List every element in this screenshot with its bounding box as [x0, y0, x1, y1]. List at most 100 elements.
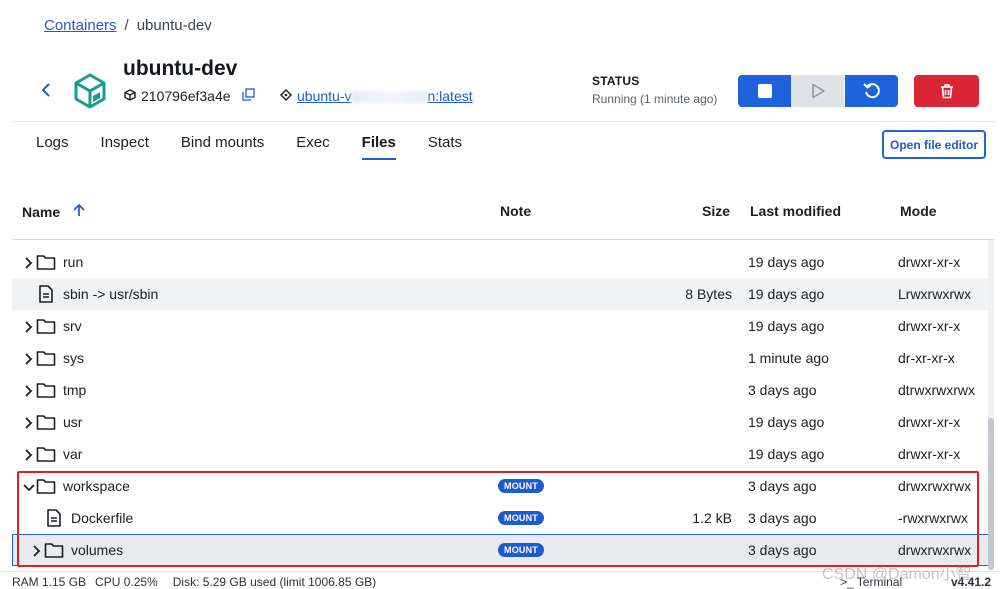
column-name-header[interactable]: Name — [22, 203, 86, 220]
tab-stats[interactable]: Stats — [412, 128, 478, 160]
column-name-label: Name — [22, 203, 61, 220]
status-bar: RAM 1.15 GB CPU 0.25% Disk: 5.29 GB used… — [0, 571, 1000, 589]
chevron-right-icon[interactable] — [23, 320, 33, 333]
folder-icon — [36, 349, 56, 367]
folder-icon — [36, 253, 56, 271]
image-name-blur — [351, 91, 428, 104]
status-block: STATUS Running (1 minute ago) — [592, 74, 717, 106]
chevron-right-icon[interactable] — [23, 352, 33, 365]
vertical-scrollbar[interactable] — [988, 240, 994, 570]
last-modified: 19 days ago — [748, 286, 825, 302]
container-actions — [738, 75, 898, 107]
folder-icon — [36, 317, 56, 335]
column-note-header[interactable]: Note — [500, 203, 531, 219]
table-row[interactable]: usr 19 days ago drwxr-xr-x — [12, 406, 990, 438]
file-mode: drwxrwxrwx — [898, 478, 972, 494]
file-list: run 19 days ago drwxr-xr-x sbin -> usr/sbin… — [12, 246, 990, 566]
file-mode: dr-xr-xr-x — [898, 350, 955, 366]
delete-button[interactable] — [914, 75, 979, 107]
resource-stats: RAM 1.15 GB CPU 0.25% Disk: 5.29 GB used… — [12, 575, 376, 589]
restart-icon — [862, 83, 880, 99]
file-name: sbin -> usr/sbin — [63, 286, 159, 302]
header-divider — [12, 121, 995, 122]
table-row[interactable]: var 19 days ago drwxr-xr-x — [12, 438, 990, 470]
column-mode-header[interactable]: Mode — [900, 203, 937, 219]
cpu-usage: CPU 0.25% — [95, 575, 158, 589]
terminal-button[interactable]: >_ Terminal — [840, 575, 902, 589]
container-id: 210796ef3a4e — [124, 88, 255, 104]
chevron-right-icon[interactable] — [23, 256, 33, 269]
tab-bar: Logs Inspect Bind mounts Exec Files Stat… — [20, 128, 478, 160]
container-id-value: 210796ef3a4e — [141, 88, 231, 104]
table-row[interactable]: workspace MOUNT 3 days ago drwxrwxrwx — [12, 470, 990, 502]
stop-icon — [757, 84, 772, 98]
tab-exec[interactable]: Exec — [280, 128, 345, 160]
last-modified: 3 days ago — [748, 382, 817, 398]
stop-button[interactable] — [738, 75, 791, 107]
tab-inspect[interactable]: Inspect — [85, 128, 165, 160]
file-mode: drwxr-xr-x — [898, 414, 961, 430]
column-size-header[interactable]: Size — [702, 203, 730, 219]
folder-icon — [36, 445, 56, 463]
last-modified: 19 days ago — [748, 254, 825, 270]
trash-icon — [940, 84, 953, 99]
breadcrumb-containers-link[interactable]: Containers — [44, 17, 117, 34]
file-mode: drwxr-xr-x — [898, 318, 961, 334]
restart-button[interactable] — [845, 75, 898, 107]
tab-bind-mounts[interactable]: Bind mounts — [165, 128, 280, 160]
chevron-right-icon[interactable] — [31, 544, 41, 557]
file-size: 8 Bytes — [685, 286, 732, 302]
file-name: var — [63, 446, 83, 462]
table-row[interactable]: sbin -> usr/sbin 8 Bytes 19 days ago Lrwxrw… — [12, 278, 990, 310]
file-name: tmp — [63, 382, 87, 398]
chevron-down-icon[interactable] — [23, 480, 35, 492]
start-button[interactable] — [791, 75, 844, 107]
disk-usage: Disk: 5.29 GB used (limit 1006.85 GB) — [172, 575, 377, 589]
chevron-right-icon[interactable] — [23, 448, 33, 461]
file-name: Dockerfile — [71, 510, 134, 526]
chevron-right-icon[interactable] — [23, 416, 33, 429]
breadcrumb-separator: / — [124, 17, 129, 34]
open-file-editor-button[interactable]: Open file editor — [882, 130, 986, 159]
tab-logs[interactable]: Logs — [20, 128, 85, 160]
column-modified-header[interactable]: Last modified — [750, 203, 841, 219]
file-mode: drwxrwxrwx — [898, 542, 972, 558]
container-cube-icon — [72, 72, 108, 110]
table-row[interactable]: srv 19 days ago drwxr-xr-x — [12, 310, 990, 342]
table-row[interactable]: run 19 days ago drwxr-xr-x — [12, 246, 990, 278]
table-row[interactable]: tmp 3 days ago dtrwxrwxrwx — [12, 374, 990, 406]
table-row[interactable]: Dockerfile MOUNT 1.2 kB 3 days ago -rwxrwxrw… — [12, 502, 990, 534]
back-chevron-icon[interactable] — [38, 80, 54, 100]
table-row[interactable]: sys 1 minute ago dr-xr-xr-x — [12, 342, 990, 374]
last-modified: 1 minute ago — [748, 350, 829, 366]
container-name-title: ubuntu-dev — [123, 57, 238, 80]
image-layers-icon — [280, 88, 292, 104]
image-link-prefix: ubuntu-v — [297, 88, 352, 104]
breadcrumb-current: ubuntu-dev — [136, 17, 212, 34]
last-modified: 19 days ago — [748, 318, 825, 334]
file-icon — [36, 285, 56, 303]
chevron-right-icon[interactable] — [23, 384, 33, 397]
tab-files[interactable]: Files — [346, 128, 412, 160]
breadcrumb: Containers / ubuntu-dev — [44, 17, 212, 34]
container-image: ubuntu-v n:latest — [280, 88, 473, 104]
ram-usage: RAM 1.15 GB — [12, 575, 87, 589]
last-modified: 3 days ago — [748, 542, 817, 558]
mount-badge: MOUNT — [498, 479, 544, 493]
copy-icon[interactable] — [241, 88, 255, 104]
image-link[interactable]: ubuntu-v n:latest — [297, 88, 473, 104]
last-modified: 19 days ago — [748, 446, 825, 462]
file-name: workspace — [63, 478, 130, 494]
folder-icon — [44, 541, 64, 559]
folder-icon — [36, 381, 56, 399]
folder-icon — [36, 413, 56, 431]
image-link-suffix: n:latest — [427, 88, 473, 104]
file-mode: Lrwxrwxrwx — [898, 286, 972, 302]
last-modified: 3 days ago — [748, 478, 817, 494]
play-icon — [811, 83, 825, 99]
last-modified: 19 days ago — [748, 414, 825, 430]
arrow-up-icon — [72, 203, 86, 220]
scrollbar-thumb[interactable] — [988, 418, 994, 570]
table-row[interactable]: volumes MOUNT 3 days ago drwxrwxrwx — [12, 534, 990, 566]
container-header: ubuntu-dev 210796ef3a4e ubuntu-v n:latest… — [0, 52, 1000, 122]
